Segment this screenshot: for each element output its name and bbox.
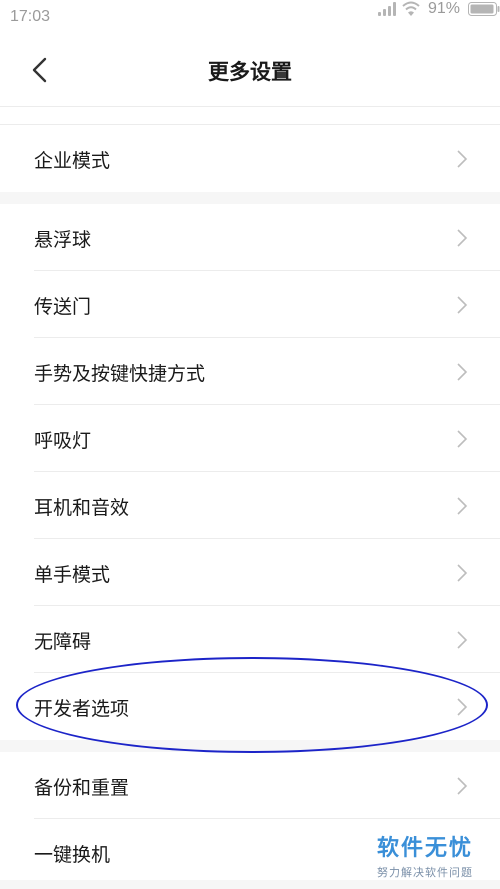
signal-icon (378, 2, 396, 16)
wifi-icon (402, 1, 420, 16)
watermark-subtitle: 努力解决软件问题 (377, 866, 473, 879)
row-label: 耳机和音效 (34, 497, 130, 519)
battery-icon (468, 2, 500, 16)
section-gap (0, 192, 500, 204)
chevron-right-icon (457, 430, 468, 448)
battery-percent: 91% (427, 0, 460, 17)
settings-row-gestures-shortcuts[interactable]: 手势及按键快捷方式 (0, 338, 500, 405)
row-label: 手势及按键快捷方式 (34, 363, 206, 385)
chevron-right-icon (457, 150, 468, 168)
status-bar: 17:03 91% (0, 0, 500, 34)
row-label: 呼吸灯 (34, 430, 92, 452)
header: 更多设置 (0, 34, 500, 107)
row-label: 无障碍 (34, 631, 92, 653)
settings-row-portal[interactable]: 传送门 (0, 271, 500, 338)
status-time: 17:03 (10, 8, 51, 25)
settings-row-accessibility[interactable]: 无障碍 (0, 606, 500, 673)
row-label: 一键换机 (34, 844, 111, 866)
chevron-right-icon (457, 777, 468, 795)
settings-row-enterprise-mode[interactable]: 企业模式 (0, 125, 500, 192)
row-label: 备份和重置 (34, 777, 130, 799)
settings-row-one-handed-mode[interactable]: 单手模式 (0, 539, 500, 606)
section-gap (0, 740, 500, 752)
chevron-right-icon (457, 564, 468, 582)
row-label: 开发者选项 (34, 698, 130, 720)
row-label: 企业模式 (34, 150, 111, 172)
chevron-right-icon (457, 698, 468, 716)
watermark-logo: 软件无忧 努力解决软件问题 (370, 830, 480, 880)
settings-row-floating-ball[interactable]: 悬浮球 (0, 204, 500, 271)
row-label: 悬浮球 (34, 229, 92, 251)
page-title: 更多设置 (208, 60, 292, 84)
row-label: 单手模式 (34, 564, 111, 586)
settings-row-notification-light[interactable]: 呼吸灯 (0, 405, 500, 472)
settings-row-headphones-audio[interactable]: 耳机和音效 (0, 472, 500, 539)
chevron-right-icon (457, 497, 468, 515)
settings-row-developer-options[interactable]: 开发者选项 (0, 673, 500, 740)
row-label: 传送门 (34, 296, 92, 318)
bottom-gap (0, 880, 500, 889)
settings-row-backup-reset[interactable]: 备份和重置 (0, 752, 500, 819)
chevron-right-icon (457, 229, 468, 247)
chevron-right-icon (457, 631, 468, 649)
watermark-title: 软件无忧 (376, 836, 473, 861)
chevron-right-icon (457, 363, 468, 381)
chevron-right-icon (457, 296, 468, 314)
